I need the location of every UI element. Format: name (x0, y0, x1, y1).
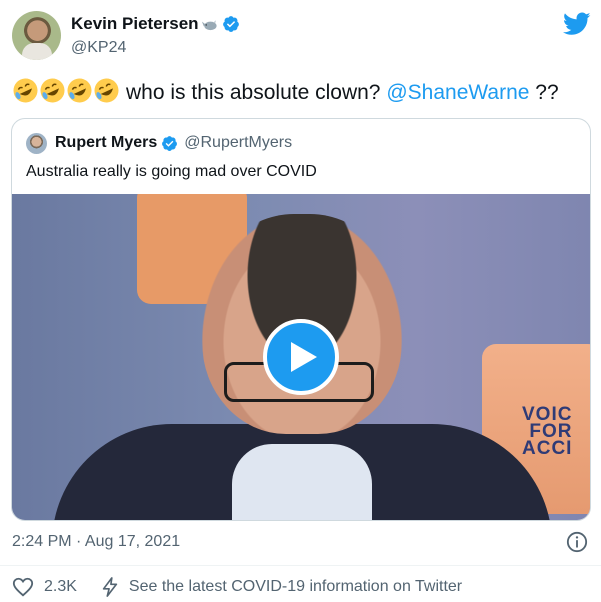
author-block: Kevin Pietersen @KP24 (71, 12, 240, 57)
rofl-emoji-group (12, 77, 120, 104)
info-icon[interactable] (566, 531, 588, 553)
covid-link-text: See the latest COVID-19 information on T… (128, 578, 463, 595)
quoted-tweet-card[interactable]: Rupert Myers @RupertMyers Australia real… (11, 118, 591, 521)
play-icon (291, 342, 317, 372)
quoted-tweet-text: Australia really is going mad over COVID (26, 163, 317, 180)
poster-text: VOIC FOR ACCI (522, 405, 573, 459)
covid-info-link[interactable]: See the latest COVID-19 information on T… (101, 577, 462, 597)
rofl-emoji-icon (40, 78, 65, 103)
quoted-tweet-header: Rupert Myers @RupertMyers (26, 131, 292, 155)
rofl-emoji-icon (67, 78, 92, 103)
verified-badge-icon (162, 135, 178, 151)
quoted-author-handle[interactable]: @RupertMyers (184, 134, 292, 152)
footer-divider (0, 565, 601, 566)
poster-text-line: ACCI (522, 438, 573, 459)
author-handle[interactable]: @KP24 (71, 39, 240, 57)
video-subject-shirt (232, 444, 372, 520)
tweet-body-text: who is this absolute clown? (126, 81, 381, 104)
rofl-emoji-icon (13, 78, 38, 103)
lightning-icon (102, 577, 118, 597)
tweet-footer: 2.3K See the latest COVID-19 information… (12, 576, 462, 598)
rhino-emoji-icon (201, 19, 217, 30)
play-button[interactable] (263, 319, 339, 395)
mention-link[interactable]: @ShaneWarne (386, 81, 529, 104)
avatar-shirt (22, 43, 52, 60)
like-count: 2.3K (44, 578, 77, 595)
like-button[interactable]: 2.3K (12, 576, 77, 598)
quoted-author-name[interactable]: Rupert Myers (55, 134, 157, 152)
verified-badge-icon (222, 16, 239, 32)
tweet-text: who is this absolute clown? @ShaneWarne … (12, 77, 559, 106)
author-name-row: Kevin Pietersen (71, 12, 240, 36)
embedded-tweet: Kevin Pietersen @KP24 who is this absolu… (0, 0, 601, 602)
author-display-name[interactable]: Kevin Pietersen (71, 14, 199, 34)
video-player[interactable]: VOIC FOR ACCI (12, 194, 590, 520)
twitter-bird-icon[interactable] (563, 12, 591, 36)
rofl-emoji-icon (94, 78, 119, 103)
tweet-timestamp[interactable]: 2:24 PM · Aug 17, 2021 (12, 533, 180, 551)
heart-icon (12, 577, 34, 597)
quoted-author-avatar[interactable] (26, 132, 47, 154)
tweet-body-suffix: ?? (535, 81, 559, 104)
author-avatar[interactable] (12, 11, 61, 60)
